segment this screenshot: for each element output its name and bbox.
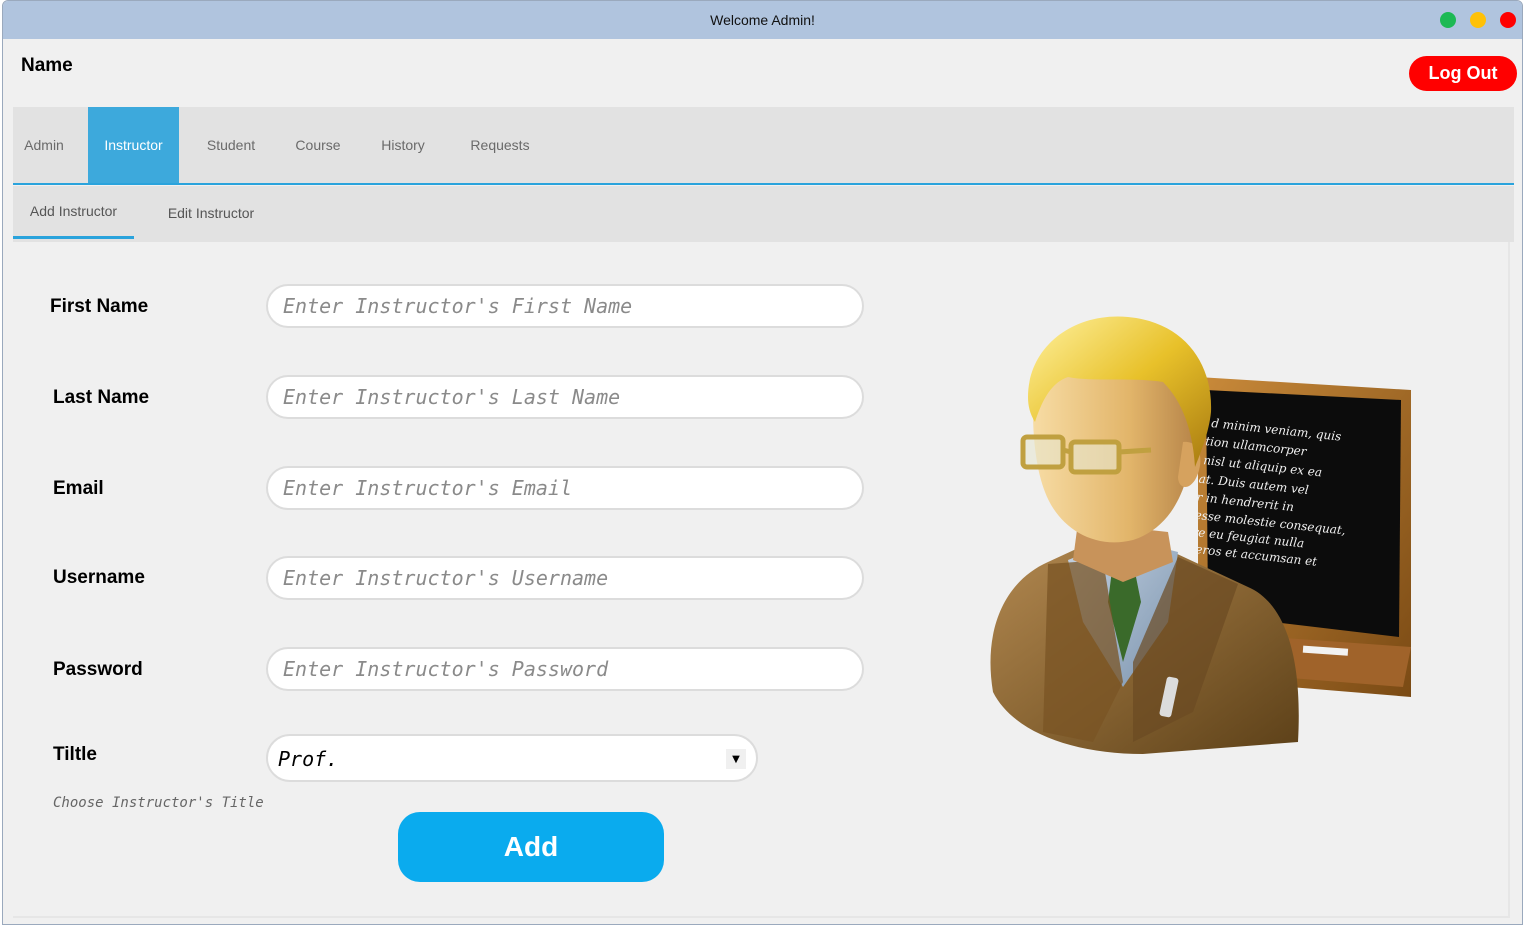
password-label: Password: [53, 659, 143, 680]
email-input[interactable]: [266, 466, 864, 510]
tab-student[interactable]: Student: [196, 107, 266, 183]
title-select[interactable]: Prof. ▼: [266, 734, 758, 782]
app-window: Welcome Admin! Name Log Out Admin Instru…: [2, 0, 1523, 925]
close-icon[interactable]: [1500, 12, 1516, 28]
teacher-chalkboard-icon: d minim veniam, quis tion ullamcorper ni…: [990, 316, 1411, 754]
title-bar: Welcome Admin!: [3, 1, 1522, 39]
tab-requests[interactable]: Requests: [460, 107, 540, 183]
tab-add-instructor[interactable]: Add Instructor: [13, 186, 134, 239]
add-button[interactable]: Add: [398, 812, 664, 882]
tab-edit-instructor[interactable]: Edit Instructor: [159, 186, 263, 239]
maximize-icon[interactable]: [1440, 12, 1456, 28]
username-label: Username: [53, 567, 145, 588]
window-title: Welcome Admin!: [710, 12, 815, 28]
sub-tab-bar: Add Instructor Edit Instructor: [13, 186, 1514, 242]
title-label: Tiltle: [53, 744, 97, 765]
first-name-label: First Name: [50, 296, 149, 317]
tab-admin[interactable]: Admin: [13, 107, 75, 183]
title-select-value: Prof.: [278, 747, 339, 771]
logout-button[interactable]: Log Out: [1409, 56, 1517, 91]
last-name-input[interactable]: [266, 375, 864, 419]
tab-history[interactable]: History: [371, 107, 435, 183]
last-name-label: Last Name: [53, 387, 150, 408]
user-name-label: Name: [21, 55, 73, 76]
password-input[interactable]: [266, 647, 864, 691]
tab-instructor[interactable]: Instructor: [88, 107, 179, 183]
username-input[interactable]: [266, 556, 864, 600]
title-hint: Choose Instructor's Title: [53, 795, 264, 811]
first-name-input[interactable]: [266, 284, 864, 328]
chevron-down-icon[interactable]: ▼: [726, 749, 746, 769]
email-label: Email: [53, 478, 104, 499]
minimize-icon[interactable]: [1470, 12, 1486, 28]
add-instructor-panel: First Name Last Name Email Username Pass…: [13, 242, 1510, 918]
tab-course[interactable]: Course: [287, 107, 349, 183]
window-controls: [1440, 12, 1516, 28]
main-tab-bar: Admin Instructor Student Course History …: [13, 107, 1514, 185]
